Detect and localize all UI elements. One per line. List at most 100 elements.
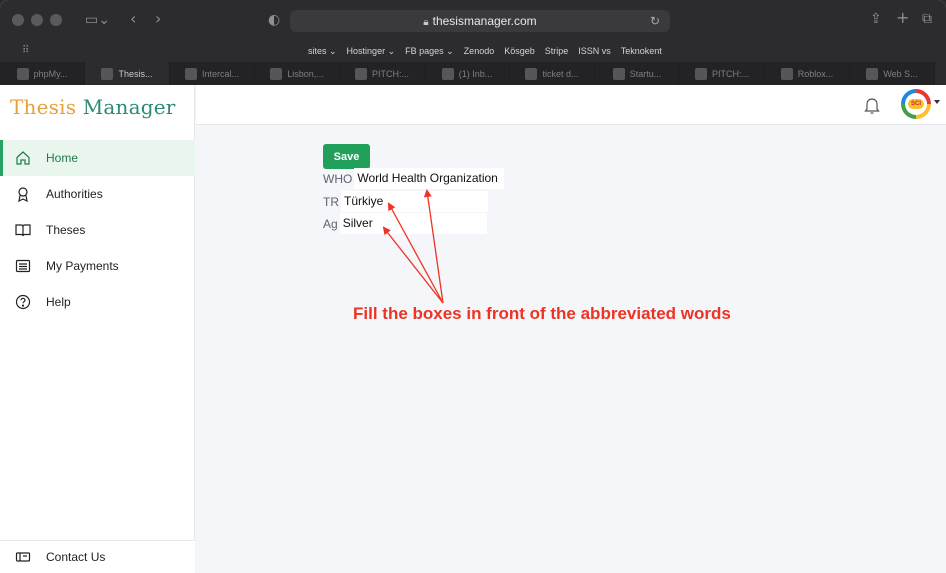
tab-favicon-icon [101, 67, 114, 80]
lock-icon: 🔒︎ [423, 17, 429, 28]
favorite-link[interactable]: Zenodo [464, 46, 495, 57]
tab-favicon-icon [270, 67, 283, 80]
favorite-link[interactable]: Kösgeb [504, 46, 535, 57]
instruction-annotation: Fill the boxes in front of the abbreviat… [353, 304, 731, 323]
tab-label: (1) Inb... [458, 68, 493, 79]
browser-chrome: ▭⌄ ‹ › ◐ 🔒︎ thesismanager.com ↻ ⇪ + ⧉ ⠿ s… [0, 0, 946, 85]
privacy-shield-icon[interactable]: ◐ [268, 12, 280, 28]
forward-icon[interactable]: › [155, 11, 161, 27]
address-bar[interactable]: 🔒︎ thesismanager.com ↻ [290, 10, 670, 32]
browser-tab[interactable]: Thesis... [85, 62, 170, 85]
reload-icon[interactable]: ↻ [650, 10, 660, 32]
avatar-text: SCI [908, 99, 924, 109]
tab-favicon-icon [184, 67, 197, 80]
browser-tab[interactable]: (1) Inb... [425, 62, 510, 85]
tab-favicon-icon [354, 67, 367, 80]
browser-tab[interactable]: Intercal... [170, 62, 255, 85]
abbreviation-label: Ag [323, 216, 338, 231]
tab-favicon-icon [441, 67, 454, 80]
minimize-window-button[interactable] [31, 14, 43, 26]
browser-tab[interactable]: ticket d... [510, 62, 595, 85]
tab-overview-icon[interactable]: ⧉ [922, 11, 932, 27]
browser-tab[interactable]: Startu... [595, 62, 680, 85]
favorite-link[interactable]: Teknokent [621, 46, 662, 57]
list-icon [14, 257, 32, 275]
share-icon[interactable]: ⇪ [870, 11, 882, 27]
contact-us-label: Contact Us [46, 550, 106, 564]
browser-tab[interactable]: Lisbon,... [255, 62, 340, 85]
tab-label: Thesis... [118, 68, 153, 79]
bell-icon[interactable] [863, 95, 881, 115]
browser-tab[interactable]: PITCH:... [680, 62, 765, 85]
contact-us-link[interactable]: Contact Us [0, 540, 195, 573]
brand-part-1: Thesis [10, 95, 77, 119]
favorites-bar: ⠿ sites ⌄ Hostinger ⌄ FB pages ⌄ Zenodo Kösg… [0, 42, 946, 62]
top-bar: SCI [196, 85, 946, 125]
sidebar-item-theses[interactable]: Theses [0, 212, 195, 248]
browser-tab[interactable]: Web S... [850, 62, 935, 85]
expansion-input[interactable] [341, 191, 488, 212]
expansion-input[interactable] [354, 168, 505, 189]
browser-toolbar: ▭⌄ ‹ › ◐ 🔒︎ thesismanager.com ↻ ⇪ + ⧉ [0, 0, 946, 42]
sidebar-item-label: My Payments [46, 259, 119, 273]
arrow-to-ag [382, 226, 444, 304]
badge-icon [14, 185, 32, 203]
book-icon [14, 221, 32, 239]
app-root: Thesis Manager Home Authorities Theses M… [0, 85, 946, 573]
brand-logo[interactable]: Thesis Manager [10, 95, 176, 119]
abbreviation-label: WHO [323, 171, 353, 186]
sidebar-item-home[interactable]: Home [0, 140, 195, 176]
favorites-grid-icon[interactable]: ⠿ [22, 45, 29, 56]
tab-label: Web S... [883, 68, 918, 79]
tab-label: Roblox... [797, 68, 834, 79]
avatar[interactable]: SCI [901, 89, 931, 119]
sidebar-item-label: Authorities [46, 187, 103, 201]
tab-favicon-icon [612, 67, 625, 80]
favorite-link[interactable]: Stripe [545, 46, 569, 57]
sidebar: Thesis Manager Home Authorities Theses M… [0, 85, 195, 573]
form-row-ag: Ag [323, 213, 487, 234]
tab-label: Lisbon,... [287, 68, 324, 79]
sidebar-nav: Home Authorities Theses My Payments Help [0, 140, 195, 320]
tab-label: PITCH:... [371, 68, 409, 79]
new-tab-icon[interactable]: + [896, 10, 909, 26]
tab-favicon-icon [866, 67, 879, 80]
tab-label: PITCH:... [711, 68, 749, 79]
favorites-list: sites ⌄ Hostinger ⌄ FB pages ⌄ Zenodo Kösgeb… [308, 46, 662, 57]
expansion-input[interactable] [339, 213, 487, 234]
back-icon[interactable]: ‹ [130, 11, 136, 27]
tab-label: ticket d... [542, 68, 579, 79]
browser-tab[interactable]: PITCH:... [340, 62, 425, 85]
home-icon [14, 149, 32, 167]
zoom-window-button[interactable] [50, 14, 62, 26]
address-url: thesismanager.com [432, 14, 537, 28]
browser-tab[interactable]: phpMy... [0, 62, 85, 85]
favorite-link[interactable]: sites ⌄ [308, 46, 337, 57]
browser-window: ▭⌄ ‹ › ◐ 🔒︎ thesismanager.com ↻ ⇪ + ⧉ ⠿ s… [0, 0, 946, 573]
sidebar-item-label: Help [46, 295, 71, 309]
tab-favicon-icon [525, 67, 538, 80]
form-row-who: WHO [323, 168, 505, 189]
favorite-link[interactable]: Hostinger ⌄ [347, 46, 396, 57]
tab-favicon-icon [694, 67, 707, 80]
favorite-link[interactable]: FB pages ⌄ [405, 46, 454, 57]
browser-tab[interactable]: Roblox... [765, 62, 850, 85]
tab-favicon-icon [16, 67, 29, 80]
help-icon [14, 293, 32, 311]
abbreviation-label: TR [323, 194, 339, 209]
sidebar-item-authorities[interactable]: Authorities [0, 176, 195, 212]
save-button[interactable]: Save [323, 144, 370, 169]
chevron-down-icon[interactable] [934, 100, 940, 104]
favorite-link[interactable]: ISSN vs [578, 46, 611, 57]
tab-label: Startu... [629, 68, 662, 79]
sidebar-item-label: Theses [46, 223, 86, 237]
close-window-button[interactable] [12, 14, 24, 26]
sidebar-toggle-icon[interactable]: ▭⌄ [85, 12, 110, 28]
sidebar-item-my-payments[interactable]: My Payments [0, 248, 195, 284]
sidebar-item-help[interactable]: Help [0, 284, 195, 320]
form-row-tr: TR [323, 191, 488, 212]
tab-strip: phpMy... Thesis... Intercal... Lisbon,... PI… [0, 62, 946, 85]
brand-part-2: Manager [82, 95, 176, 119]
sidebar-item-label: Home [46, 151, 79, 165]
tab-favicon-icon [780, 67, 793, 80]
